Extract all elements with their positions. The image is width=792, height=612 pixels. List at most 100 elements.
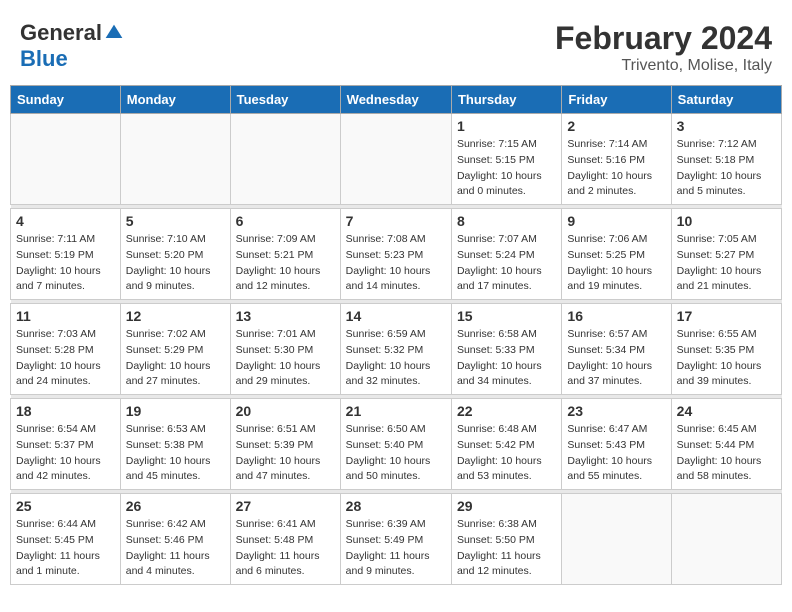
- day-info: Sunrise: 6:38 AM Sunset: 5:50 PM Dayligh…: [457, 517, 556, 580]
- calendar-cell: 14Sunrise: 6:59 AM Sunset: 5:32 PM Dayli…: [340, 304, 451, 395]
- calendar-cell: 26Sunrise: 6:42 AM Sunset: 5:46 PM Dayli…: [120, 494, 230, 585]
- logo-blue-text: Blue: [20, 46, 124, 72]
- calendar-cell: 3 Sunrise: 7:12 AM Sunset: 5:18 PM Daylig…: [671, 114, 781, 205]
- day-number: 3: [677, 118, 776, 134]
- day-info: Sunrise: 7:05 AM Sunset: 5:27 PM Dayligh…: [677, 232, 776, 295]
- calendar-header-saturday: Saturday: [671, 86, 781, 114]
- day-info: Sunrise: 6:51 AM Sunset: 5:39 PM Dayligh…: [236, 422, 335, 485]
- calendar-cell: 27Sunrise: 6:41 AM Sunset: 5:48 PM Dayli…: [230, 494, 340, 585]
- calendar-week-5: 25Sunrise: 6:44 AM Sunset: 5:45 PM Dayli…: [11, 494, 782, 585]
- day-number: 9: [567, 213, 665, 229]
- day-info: Sunrise: 6:47 AM Sunset: 5:43 PM Dayligh…: [567, 422, 665, 485]
- calendar-cell: [120, 114, 230, 205]
- calendar-header-monday: Monday: [120, 86, 230, 114]
- calendar-cell: 16 Sunrise: 6:57 AM Sunset: 5:34 PM Dayli…: [562, 304, 671, 395]
- calendar-header-row: SundayMondayTuesdayWednesdayThursdayFrid…: [11, 86, 782, 114]
- day-number: 29: [457, 498, 556, 514]
- day-number: 28: [346, 498, 446, 514]
- day-info: Sunrise: 6:45 AM Sunset: 5:44 PM Dayligh…: [677, 422, 776, 485]
- calendar-week-1: 1 Sunrise: 7:15 AM Sunset: 5:15 PM Daylig…: [11, 114, 782, 205]
- day-info: Sunrise: 6:42 AM Sunset: 5:46 PM Dayligh…: [126, 517, 225, 580]
- calendar-cell: [11, 114, 121, 205]
- calendar-cell: 19 Sunrise: 6:53 AM Sunset: 5:38 PM Dayli…: [120, 399, 230, 490]
- day-number: 5: [126, 213, 225, 229]
- calendar-cell: 5 Sunrise: 7:10 AM Sunset: 5:20 PM Daylig…: [120, 209, 230, 300]
- day-info: Sunrise: 7:06 AM Sunset: 5:25 PM Dayligh…: [567, 232, 665, 295]
- logo-general-text: General: [20, 20, 102, 46]
- day-info: Sunrise: 6:50 AM Sunset: 5:40 PM Dayligh…: [346, 422, 446, 485]
- calendar-cell: 23 Sunrise: 6:47 AM Sunset: 5:43 PM Dayli…: [562, 399, 671, 490]
- day-info: Sunrise: 6:41 AM Sunset: 5:48 PM Dayligh…: [236, 517, 335, 580]
- calendar-cell: 10 Sunrise: 7:05 AM Sunset: 5:27 PM Dayli…: [671, 209, 781, 300]
- day-number: 22: [457, 403, 556, 419]
- day-info: Sunrise: 6:39 AM Sunset: 5:49 PM Dayligh…: [346, 517, 446, 580]
- day-info: Sunrise: 7:07 AM Sunset: 5:24 PM Dayligh…: [457, 232, 556, 295]
- day-info: Sunrise: 6:58 AM Sunset: 5:33 PM Dayligh…: [457, 327, 556, 390]
- day-number: 2: [567, 118, 665, 134]
- day-info: Sunrise: 6:48 AM Sunset: 5:42 PM Dayligh…: [457, 422, 556, 485]
- day-info: Sunrise: 7:02 AM Sunset: 5:29 PM Dayligh…: [126, 327, 225, 390]
- day-number: 23: [567, 403, 665, 419]
- day-info: Sunrise: 6:59 AM Sunset: 5:32 PM Dayligh…: [346, 327, 446, 390]
- calendar-cell: 13Sunrise: 7:01 AM Sunset: 5:30 PM Dayli…: [230, 304, 340, 395]
- day-info: Sunrise: 7:14 AM Sunset: 5:16 PM Dayligh…: [567, 137, 665, 200]
- calendar-header-wednesday: Wednesday: [340, 86, 451, 114]
- calendar-title: February 2024: [555, 20, 772, 57]
- logo-icon: [104, 23, 124, 43]
- day-number: 19: [126, 403, 225, 419]
- day-info: Sunrise: 6:44 AM Sunset: 5:45 PM Dayligh…: [16, 517, 115, 580]
- calendar-header-tuesday: Tuesday: [230, 86, 340, 114]
- page-header: General Blue February 2024 Trivento, Mol…: [10, 10, 782, 80]
- calendar-cell: 18 Sunrise: 6:54 AM Sunset: 5:37 PM Dayli…: [11, 399, 121, 490]
- calendar-cell: 21Sunrise: 6:50 AM Sunset: 5:40 PM Dayli…: [340, 399, 451, 490]
- calendar-cell: 9 Sunrise: 7:06 AM Sunset: 5:25 PM Daylig…: [562, 209, 671, 300]
- day-info: Sunrise: 6:57 AM Sunset: 5:34 PM Dayligh…: [567, 327, 665, 390]
- calendar-table: SundayMondayTuesdayWednesdayThursdayFrid…: [10, 85, 782, 585]
- calendar-cell: 20Sunrise: 6:51 AM Sunset: 5:39 PM Dayli…: [230, 399, 340, 490]
- day-number: 16: [567, 308, 665, 324]
- calendar-cell: 17 Sunrise: 6:55 AM Sunset: 5:35 PM Dayli…: [671, 304, 781, 395]
- calendar-cell: 1 Sunrise: 7:15 AM Sunset: 5:15 PM Daylig…: [451, 114, 561, 205]
- calendar-cell: 6 Sunrise: 7:09 AM Sunset: 5:21 PM Daylig…: [230, 209, 340, 300]
- day-number: 8: [457, 213, 556, 229]
- day-number: 10: [677, 213, 776, 229]
- day-number: 7: [346, 213, 446, 229]
- day-number: 11: [16, 308, 115, 324]
- calendar-cell: 25Sunrise: 6:44 AM Sunset: 5:45 PM Dayli…: [11, 494, 121, 585]
- day-info: Sunrise: 6:53 AM Sunset: 5:38 PM Dayligh…: [126, 422, 225, 485]
- day-info: Sunrise: 7:15 AM Sunset: 5:15 PM Dayligh…: [457, 137, 556, 200]
- calendar-header-friday: Friday: [562, 86, 671, 114]
- day-number: 6: [236, 213, 335, 229]
- calendar-header-thursday: Thursday: [451, 86, 561, 114]
- day-info: Sunrise: 7:10 AM Sunset: 5:20 PM Dayligh…: [126, 232, 225, 295]
- day-number: 24: [677, 403, 776, 419]
- day-number: 1: [457, 118, 556, 134]
- day-info: Sunrise: 6:54 AM Sunset: 5:37 PM Dayligh…: [16, 422, 115, 485]
- calendar-cell: 7 Sunrise: 7:08 AM Sunset: 5:23 PM Daylig…: [340, 209, 451, 300]
- day-info: Sunrise: 6:55 AM Sunset: 5:35 PM Dayligh…: [677, 327, 776, 390]
- day-info: Sunrise: 7:08 AM Sunset: 5:23 PM Dayligh…: [346, 232, 446, 295]
- day-number: 4: [16, 213, 115, 229]
- calendar-cell: [671, 494, 781, 585]
- day-number: 15: [457, 308, 556, 324]
- calendar-week-2: 4 Sunrise: 7:11 AM Sunset: 5:19 PM Daylig…: [11, 209, 782, 300]
- day-info: Sunrise: 7:12 AM Sunset: 5:18 PM Dayligh…: [677, 137, 776, 200]
- day-info: Sunrise: 7:09 AM Sunset: 5:21 PM Dayligh…: [236, 232, 335, 295]
- calendar-cell: 11 Sunrise: 7:03 AM Sunset: 5:28 PM Dayli…: [11, 304, 121, 395]
- calendar-cell: 2 Sunrise: 7:14 AM Sunset: 5:16 PM Daylig…: [562, 114, 671, 205]
- calendar-cell: 4 Sunrise: 7:11 AM Sunset: 5:19 PM Daylig…: [11, 209, 121, 300]
- day-number: 18: [16, 403, 115, 419]
- logo: General Blue: [20, 20, 124, 72]
- calendar-cell: 12Sunrise: 7:02 AM Sunset: 5:29 PM Dayli…: [120, 304, 230, 395]
- day-info: Sunrise: 7:03 AM Sunset: 5:28 PM Dayligh…: [16, 327, 115, 390]
- calendar-cell: 22 Sunrise: 6:48 AM Sunset: 5:42 PM Dayli…: [451, 399, 561, 490]
- calendar-cell: 28 Sunrise: 6:39 AM Sunset: 5:49 PM Dayli…: [340, 494, 451, 585]
- calendar-week-3: 11 Sunrise: 7:03 AM Sunset: 5:28 PM Dayli…: [11, 304, 782, 395]
- calendar-subtitle: Trivento, Molise, Italy: [555, 57, 772, 75]
- calendar-cell: [340, 114, 451, 205]
- day-number: 17: [677, 308, 776, 324]
- day-info: Sunrise: 7:01 AM Sunset: 5:30 PM Dayligh…: [236, 327, 335, 390]
- title-block: February 2024 Trivento, Molise, Italy: [555, 20, 772, 75]
- day-info: Sunrise: 7:11 AM Sunset: 5:19 PM Dayligh…: [16, 232, 115, 295]
- calendar-cell: [562, 494, 671, 585]
